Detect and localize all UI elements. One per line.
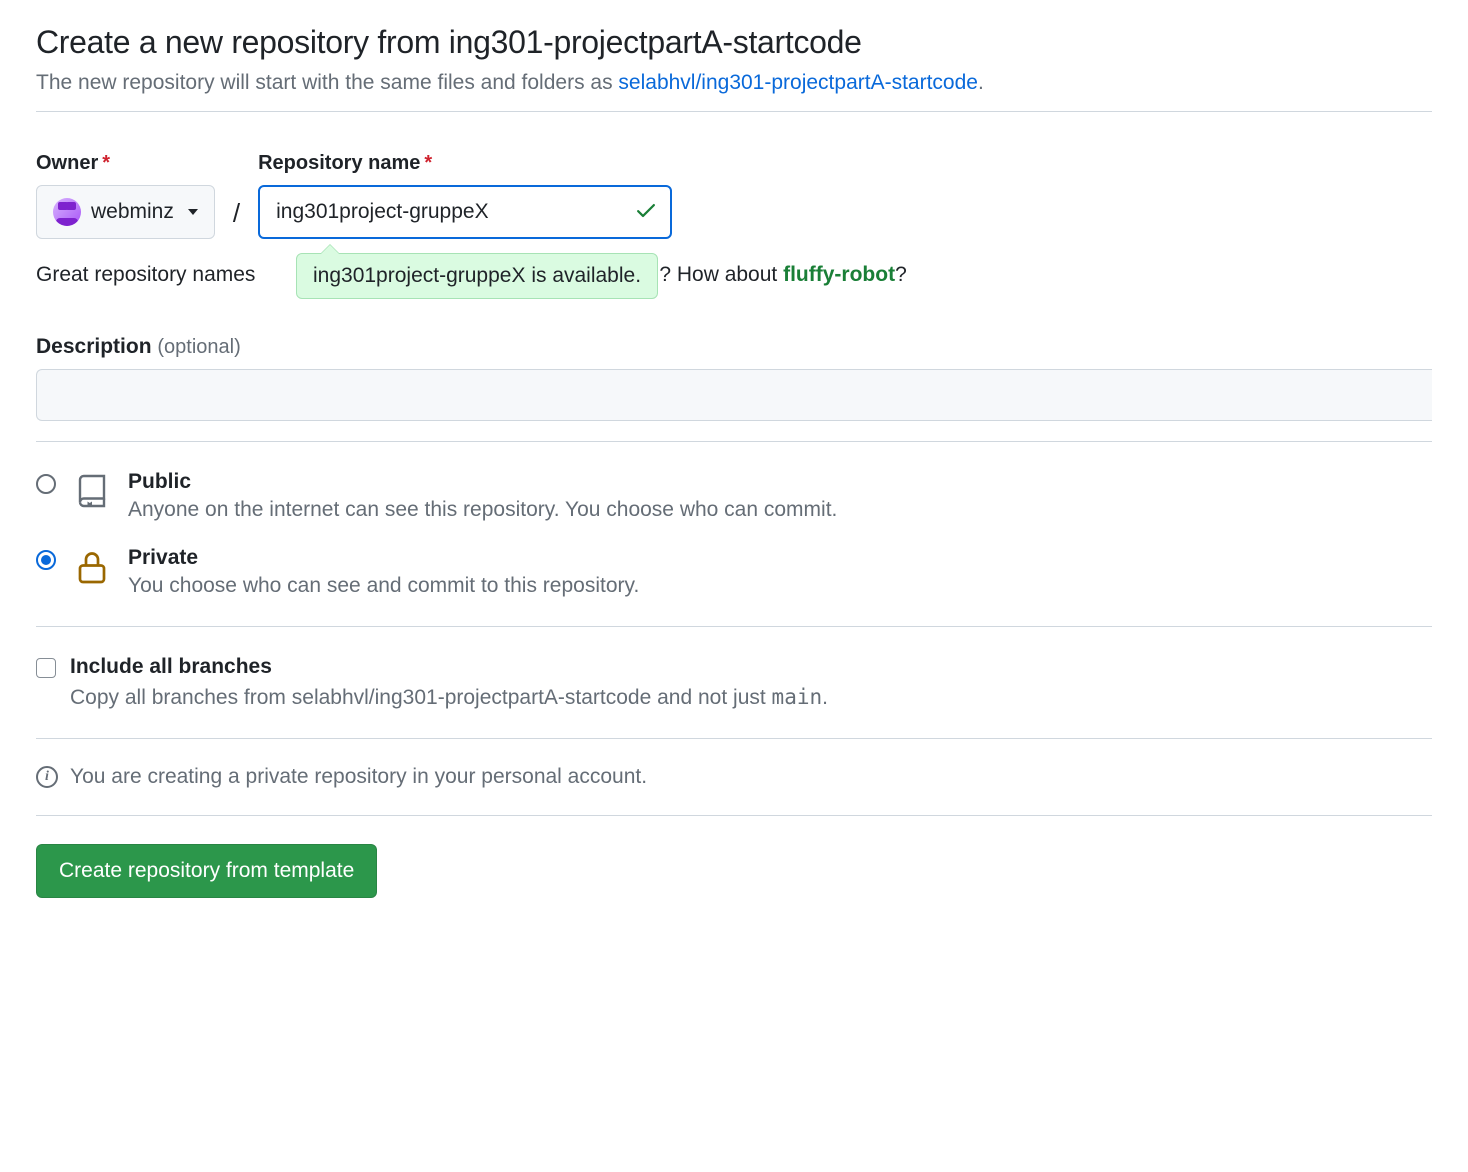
subtitle-suffix: . xyxy=(978,71,984,94)
check-icon xyxy=(634,198,658,227)
repo-icon xyxy=(72,470,112,512)
visibility-private-title: Private xyxy=(128,546,1432,570)
name-suggestion-link[interactable]: fluffy-robot xyxy=(783,263,895,286)
main-branch-label: main xyxy=(772,685,823,709)
subtitle-prefix: The new repository will start with the s… xyxy=(36,71,618,94)
slash-separator: / xyxy=(227,198,246,239)
include-branches-checkbox[interactable] xyxy=(36,658,56,678)
visibility-public-desc: Anyone on the internet can see this repo… xyxy=(128,498,1432,522)
visibility-public-title: Public xyxy=(128,470,1432,494)
required-asterisk: * xyxy=(102,152,110,174)
required-asterisk: * xyxy=(424,152,432,174)
include-branches-title: Include all branches xyxy=(70,655,272,679)
visibility-public-radio[interactable] xyxy=(36,474,56,494)
optional-hint: (optional) xyxy=(157,336,240,358)
lock-icon xyxy=(72,546,112,588)
divider xyxy=(36,111,1432,112)
visibility-private-desc: You choose who can see and commit to thi… xyxy=(128,574,1432,598)
avatar-icon xyxy=(53,198,81,226)
owner-label: Owner* xyxy=(36,152,215,175)
availability-tooltip: ing301project-gruppeX is available. xyxy=(296,253,658,299)
owner-value: webminz xyxy=(91,200,174,224)
chevron-down-icon xyxy=(188,209,198,215)
description-input[interactable] xyxy=(36,369,1432,421)
repo-name-label: Repository name* xyxy=(258,152,672,175)
page-subtitle: The new repository will start with the s… xyxy=(36,71,1432,95)
info-text: You are creating a private repository in… xyxy=(70,765,647,789)
create-repository-button[interactable]: Create repository from template xyxy=(36,844,377,898)
owner-select[interactable]: webminz xyxy=(36,185,215,239)
template-source-link[interactable]: selabhvl/ing301-projectpartA-startcode xyxy=(618,71,978,94)
visibility-private-radio[interactable] xyxy=(36,550,56,570)
description-label: Description (optional) xyxy=(36,335,241,358)
repo-name-input[interactable] xyxy=(258,185,672,239)
page-title: Create a new repository from ing301-proj… xyxy=(36,24,1432,61)
name-hint-row: Great repository names ing301project-gru… xyxy=(36,263,1432,287)
info-icon: i xyxy=(36,766,58,788)
include-branches-desc: Copy all branches from selabhvl/ing301-p… xyxy=(70,685,1432,710)
